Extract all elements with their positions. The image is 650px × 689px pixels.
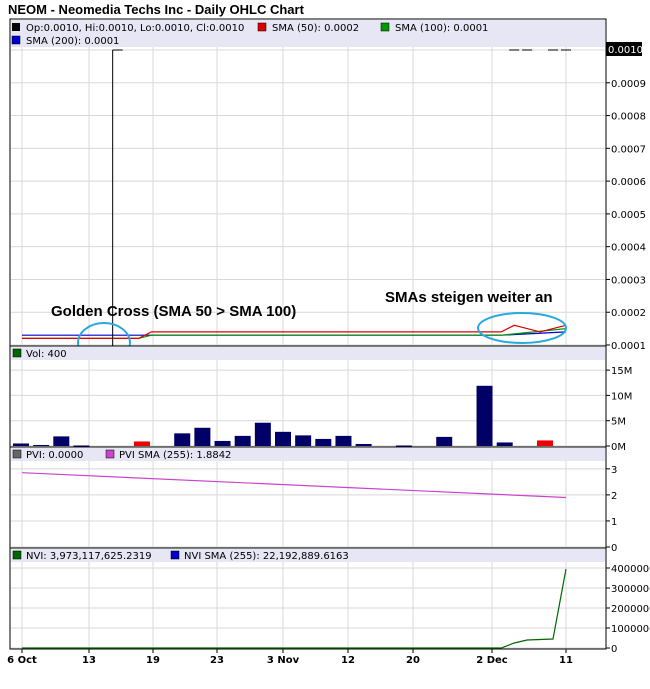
price-tick-label: 0.0003	[611, 275, 646, 286]
pvi-sma-legend-label: PVI SMA (255): 1.8842	[119, 450, 231, 461]
price-tick-label: 0.0009	[611, 79, 646, 90]
sma200-legend-swatch	[11, 35, 21, 45]
volume-bar	[476, 385, 493, 446]
pvi-y-ticks: 0 1 2 3	[606, 465, 617, 554]
price-tick-label: 0.0004	[611, 243, 646, 254]
nvi-legend-swatch	[12, 550, 22, 560]
volume-bar	[436, 436, 453, 446]
volume-y-ticks: 0M 5M 10M 15M	[606, 366, 632, 453]
price-tick-label: 0.0006	[611, 177, 646, 188]
nvi-legend-label: NVI: 3,973,117,625.2319	[26, 551, 152, 562]
nvi-tick-label: 3000000	[611, 584, 650, 595]
price-tick-label: 0.0008	[611, 112, 646, 123]
volume-panel: Vol: 400 0M 5M 10M 15M	[9, 345, 632, 453]
x-tick-label: 2 Dec	[476, 655, 508, 666]
volume-bar	[254, 422, 271, 446]
pvi-tick-label: 1	[611, 517, 617, 528]
price-panel: Op:0.0010, Hi:0.0010, Lo:0.0010, Cl:0.00…	[9, 18, 646, 364]
volume-bar	[295, 435, 312, 446]
x-tick-label: 19	[146, 655, 160, 666]
pvi-legend-label: PVI: 0.0000	[26, 450, 83, 461]
volume-bar	[275, 431, 291, 446]
price-y-ticks: 0.0001 0.0002 0.0003 0.0004 0.0005 0.0006 0.00…	[606, 79, 646, 352]
volume-bar	[335, 435, 352, 446]
pvi-legend-swatch	[12, 449, 22, 459]
pvi-panel-frame	[9, 446, 607, 549]
volume-tick-label: 10M	[611, 391, 632, 402]
sma100-legend-swatch	[380, 22, 390, 32]
nvi-sma-legend-swatch	[170, 550, 180, 560]
pvi-sma-legend-swatch	[105, 449, 115, 459]
nvi-panel-frame	[9, 547, 607, 650]
price-tick-label: 0.0005	[611, 210, 646, 221]
x-axis: 6 Oct 13 19 23 3 Nov 12 20 2 Dec 11	[7, 649, 573, 666]
nvi-tick-label: 4000000	[611, 564, 650, 575]
nvi-sma-legend-label: NVI SMA (255): 22,192,889.6163	[184, 551, 349, 562]
volume-legend-swatch	[12, 348, 22, 358]
volume-bar	[234, 435, 251, 446]
volume-tick-label: 5M	[611, 417, 626, 428]
ohlc-legend-swatch	[12, 23, 20, 31]
sma100-legend-label: SMA (100): 0.0001	[395, 23, 488, 34]
volume-legend-band	[11, 347, 605, 360]
sma200-legend-label: SMA (200): 0.0001	[26, 36, 119, 47]
price-tick-label: 0.0002	[611, 308, 646, 319]
nvi-tick-label: 1000000	[611, 624, 650, 635]
pvi-tick-label: 2	[611, 491, 617, 502]
volume-bar	[214, 440, 231, 446]
ohlc-legend-label: Op:0.0010, Hi:0.0010, Lo:0.0010, Cl:0.00…	[26, 23, 244, 34]
volume-bar	[537, 440, 553, 446]
sma50-legend-swatch	[257, 22, 267, 32]
chart-canvas: Op:0.0010, Hi:0.0010, Lo:0.0010, Cl:0.00…	[7, 18, 650, 666]
pvi-tick-label: 3	[611, 465, 617, 476]
volume-bar	[73, 445, 90, 447]
nvi-tick-label: 2000000	[611, 604, 650, 615]
volume-bar	[13, 443, 29, 446]
volume-legend-label: Vol: 400	[26, 349, 67, 360]
volume-bar	[33, 444, 50, 446]
volume-bar	[174, 433, 191, 446]
sma-rise-annotation: SMAs steigen weiter an	[385, 289, 553, 306]
volume-bar	[53, 436, 70, 446]
x-tick-label: 13	[82, 655, 96, 666]
x-tick-label: 3 Nov	[267, 655, 300, 666]
volume-bar	[315, 438, 332, 446]
volume-bar	[133, 441, 150, 446]
x-tick-label: 11	[559, 655, 573, 666]
pvi-panel: PVI: 0.0000 PVI SMA (255): 1.8842 0 1 2 3	[9, 446, 617, 554]
price-tick-label: 0.0007	[611, 144, 646, 155]
pvi-tick-label: 0	[611, 543, 617, 554]
volume-bar	[355, 443, 372, 446]
nvi-y-ticks: 0 1000000 2000000 3000000 4000000	[606, 564, 650, 655]
nvi-panel: NVI: 3,973,117,625.2319 NVI SMA (255): 2…	[9, 547, 650, 655]
pvi-legend-band	[11, 448, 605, 461]
price-tick-label: 0.0001	[611, 341, 646, 352]
volume-bar	[194, 427, 211, 446]
x-tick-label: 6 Oct	[7, 655, 37, 666]
volume-bar	[395, 445, 412, 447]
volume-bar	[496, 442, 513, 446]
x-tick-label: 20	[406, 655, 420, 666]
volume-tick-label: 0M	[611, 442, 626, 453]
last-value-label: 0.0010	[608, 45, 643, 56]
sma50-legend-label: SMA (50): 0.0002	[272, 23, 359, 34]
nvi-tick-label: 0	[611, 644, 617, 655]
volume-panel-frame	[9, 345, 607, 448]
golden-cross-annotation: Golden Cross (SMA 50 > SMA 100)	[51, 303, 296, 320]
volume-tick-label: 15M	[611, 366, 632, 377]
x-tick-label: 23	[210, 655, 224, 666]
x-tick-label: 12	[341, 655, 355, 666]
